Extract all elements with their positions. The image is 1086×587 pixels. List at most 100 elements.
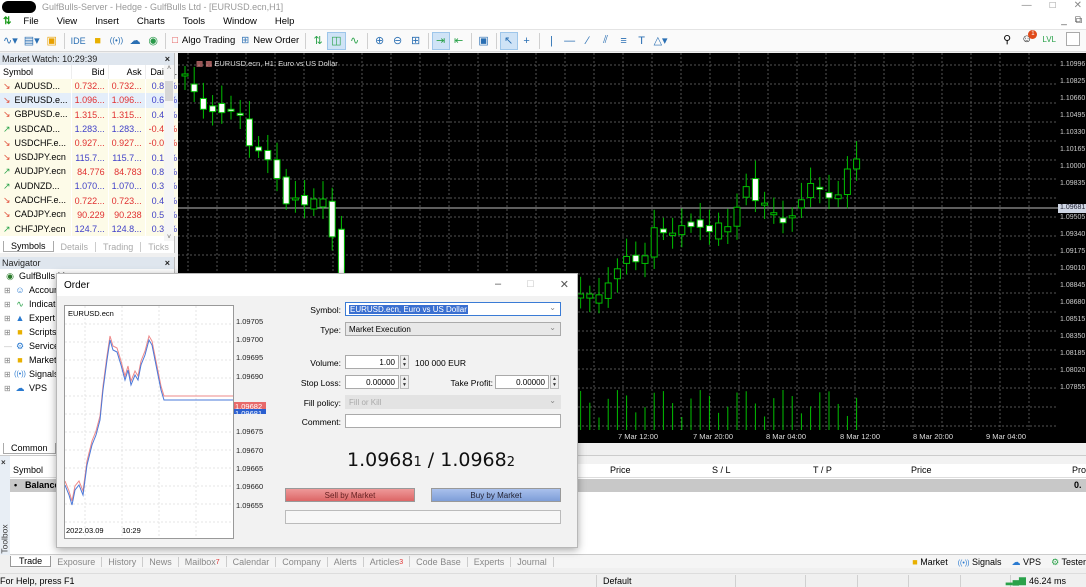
market-watch-row[interactable]: ↘CADCHF.e...0.722...0.723...0.40%	[0, 193, 182, 208]
column-profit[interactable]: Pro	[1072, 465, 1086, 475]
menu-file[interactable]: File	[14, 16, 47, 27]
price-axis[interactable]: 1.10996 1.10825 1.10660 1.10495 1.10330 1.101…	[1058, 53, 1086, 443]
chart-type-icon[interactable]: ∿▾	[0, 32, 21, 50]
text-icon[interactable]: T	[633, 32, 651, 50]
column-bid[interactable]: Bid	[71, 65, 109, 79]
trendline-icon[interactable]: ∕	[579, 32, 597, 50]
shapes-icon[interactable]: △▾	[651, 32, 671, 50]
tab-ticks[interactable]: Ticks	[141, 242, 176, 252]
horizontal-line-icon[interactable]: —	[561, 32, 579, 50]
tab-exposure[interactable]: Exposure	[51, 556, 103, 567]
signals-icon[interactable]: ((•))	[107, 32, 126, 50]
close-icon[interactable]: ×	[165, 54, 170, 64]
quick-search-input[interactable]	[1066, 32, 1080, 46]
tab-company[interactable]: Company	[276, 556, 328, 567]
zoom-out-icon[interactable]: ⊖	[389, 32, 407, 50]
new-order-button[interactable]: ⊞ New Order	[238, 32, 302, 50]
notifications-icon[interactable]: ☺ 1	[1021, 30, 1038, 45]
bar-chart-icon[interactable]: ⇅	[309, 32, 327, 50]
toolbox-scrollbar[interactable]	[575, 456, 1086, 464]
restore-icon[interactable]: □	[1050, 0, 1056, 11]
tab-articles[interactable]: Articles3	[364, 556, 411, 567]
market-watch-row[interactable]: ↘USDJPY.ecn115.7...115.7...0.13%	[0, 150, 182, 165]
connection-status[interactable]: ▂▄▆ 46.24 ms	[1006, 575, 1066, 586]
menu-window[interactable]: Window	[214, 16, 266, 27]
stop-loss-input[interactable]: 0.00000	[345, 375, 399, 389]
tab-experts[interactable]: Experts	[468, 556, 512, 567]
vps-link[interactable]: ☁ VPS	[1012, 557, 1042, 568]
column-sl[interactable]: S / L	[712, 465, 731, 475]
market-watch-row[interactable]: ↘CADJPY.ecn90.22990.2380.58%	[0, 207, 182, 222]
market-bag-icon[interactable]: ■	[89, 32, 107, 50]
app-menu-icon[interactable]: ⇅	[3, 16, 11, 27]
market-watch-row[interactable]: ↗ USDCAD... 1.283... 1.283... -0.40%	[0, 121, 182, 137]
close-icon[interactable]: ✕	[1074, 0, 1082, 11]
fibonacci-icon[interactable]: ≡	[615, 32, 633, 50]
cursor-icon[interactable]: ↖	[499, 31, 518, 50]
market-watch-scrollbar[interactable]: ˄ ˅	[164, 65, 174, 241]
buy-by-market-button[interactable]: Buy by Market	[431, 488, 561, 502]
market-watch-row[interactable]: ↗AUDJPY.ecn84.77684.7830.89%	[0, 164, 182, 180]
menu-view[interactable]: View	[48, 16, 86, 27]
signals-link[interactable]: ((•)) Signals	[958, 557, 1002, 567]
market-watch-row[interactable]: ↘GBPUSD.e...1.315...1.315...0.40%	[0, 107, 182, 122]
column-current-price[interactable]: Price	[911, 465, 932, 475]
symbol-select[interactable]: EURUSD.ecn, Euro vs US Dollar ⌄	[345, 302, 561, 316]
tab-details[interactable]: Details	[54, 241, 97, 252]
tab-calendar[interactable]: Calendar	[227, 556, 277, 567]
tile-windows-icon[interactable]: ⊞	[407, 32, 425, 50]
close-icon[interactable]: ✕	[560, 278, 569, 291]
take-profit-stepper[interactable]: ▲ ▼	[550, 375, 559, 389]
market-watch-row[interactable]: ↗AUDNZD...1.070...1.070...0.30%	[0, 179, 182, 194]
tab-symbols[interactable]: Symbols	[3, 241, 54, 252]
chart-shift-icon[interactable]: ⇤	[450, 32, 468, 50]
close-icon[interactable]: ×	[1, 458, 6, 467]
tab-code-base[interactable]: Code Base	[410, 556, 468, 567]
line-chart-icon[interactable]: ∿	[346, 32, 364, 50]
tab-alerts[interactable]: Alerts	[328, 556, 364, 567]
column-ask[interactable]: Ask	[108, 65, 146, 79]
close-icon[interactable]: ×	[165, 258, 170, 268]
take-profit-input[interactable]: 0.00000	[495, 375, 549, 389]
community-icon[interactable]: ◉	[144, 32, 162, 50]
stop-loss-stepper[interactable]: ▲ ▼	[400, 375, 409, 389]
tab-news[interactable]: News	[143, 556, 179, 567]
vps-cloud-icon[interactable]: ☁	[126, 32, 144, 50]
market-watch-row[interactable]: ↘AUDUSD...0.732...0.732...0.80%	[0, 79, 182, 94]
fill-policy-select[interactable]: Fill or Kill ⌄	[345, 395, 561, 409]
column-tp[interactable]: T / P	[813, 465, 832, 475]
channel-icon[interactable]: ⫽	[597, 32, 615, 50]
candlestick-icon[interactable]: ◫	[327, 31, 346, 50]
menu-tools[interactable]: Tools	[174, 16, 214, 27]
zoom-in-icon[interactable]: ⊕	[371, 32, 389, 50]
tab-mailbox[interactable]: Mailbox7	[179, 556, 227, 567]
minimize-icon[interactable]: —	[1022, 0, 1032, 11]
tab-history[interactable]: History	[102, 556, 144, 567]
column-price[interactable]: Price	[610, 465, 631, 475]
mdi-minimize-icon[interactable]: _	[1061, 15, 1067, 26]
profile-name[interactable]: Default	[603, 576, 632, 586]
mdi-restore-icon[interactable]: ⧉	[1075, 15, 1082, 26]
tab-common[interactable]: Common	[3, 443, 56, 454]
ide-button[interactable]: IDE	[68, 32, 89, 50]
tab-trading[interactable]: Trading	[96, 241, 142, 252]
tab-journal[interactable]: Journal	[511, 556, 554, 567]
deposit-icon[interactable]: ▣	[43, 32, 61, 50]
type-select[interactable]: Market Execution ⌄	[345, 322, 561, 336]
crosshair-icon[interactable]: +	[518, 32, 536, 50]
volume-stepper[interactable]: ▲ ▼	[400, 355, 409, 369]
menu-charts[interactable]: Charts	[128, 16, 174, 27]
market-watch-row[interactable]: ↗CHFJPY.ecn124.7...124.8...0.30%	[0, 221, 182, 237]
column-daily[interactable]: Daily...	[145, 65, 182, 79]
templates-icon[interactable]: ▤▾	[21, 32, 43, 50]
vertical-line-icon[interactable]: |	[543, 32, 561, 50]
maximize-icon[interactable]: □	[527, 278, 534, 291]
menu-insert[interactable]: Insert	[86, 16, 128, 27]
sell-by-market-button[interactable]: Sell by Market	[285, 488, 415, 502]
auto-scroll-icon[interactable]: ⇥	[431, 31, 450, 50]
tab-trade[interactable]: Trade	[10, 556, 52, 567]
search-icon[interactable]: ⚲	[1003, 33, 1011, 46]
column-symbol[interactable]: Symbol	[13, 465, 43, 475]
market-watch-row[interactable]: ↘ USDCHF.e... 0.927... 0.927... -0.04%	[0, 136, 182, 151]
menu-help[interactable]: Help	[266, 16, 304, 27]
